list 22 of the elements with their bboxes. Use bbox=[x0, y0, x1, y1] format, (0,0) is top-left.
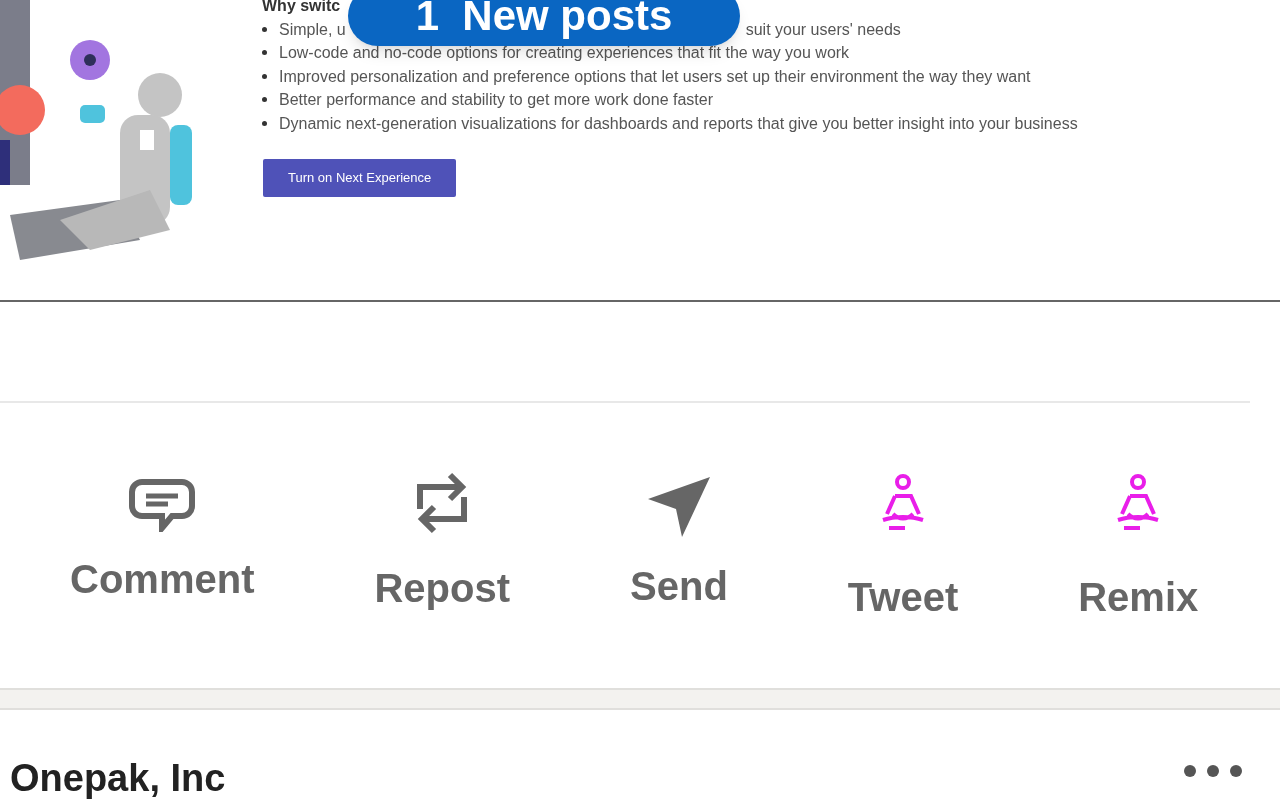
bullet-icon bbox=[262, 97, 267, 103]
bullet-icon bbox=[262, 73, 267, 79]
bullet-text: Simple, u bbox=[279, 19, 346, 40]
action-button[interactable]: Tweet bbox=[847, 403, 959, 620]
bullet-text: Better performance and stability to get more work done faster bbox=[279, 90, 713, 110]
section-heading: Why switc bbox=[262, 0, 341, 16]
bullet-icon bbox=[262, 26, 267, 32]
bullet-text: Improved personalization and preference options that let users set up their environment the way they want bbox=[279, 66, 1031, 87]
bullet-text: suit your users' needs bbox=[745, 19, 901, 40]
new-posts-pill[interactable]: 1 New posts bbox=[348, 0, 740, 46]
action-button[interactable]: Send bbox=[630, 403, 728, 609]
action-button[interactable]: Comment bbox=[70, 403, 255, 602]
comment-icon bbox=[128, 478, 197, 532]
bullet-text: Dynamic next-generation visualizations for dashboards and reports that give you better insight into your business bbox=[279, 113, 1078, 134]
bullet-text: Low-code and no-code options for creating experiences that fit the way you work bbox=[279, 43, 850, 63]
action-button[interactable]: Remix bbox=[1078, 403, 1199, 620]
more-options-icon[interactable] bbox=[1183, 764, 1243, 778]
company-name[interactable]: Onepak, Inc bbox=[10, 758, 226, 798]
turn-on-button[interactable]: Turn on Next Experience bbox=[263, 159, 457, 197]
bullet-icon bbox=[262, 120, 267, 126]
action-button[interactable]: Repost bbox=[374, 403, 511, 611]
bullet-icon bbox=[262, 50, 267, 56]
